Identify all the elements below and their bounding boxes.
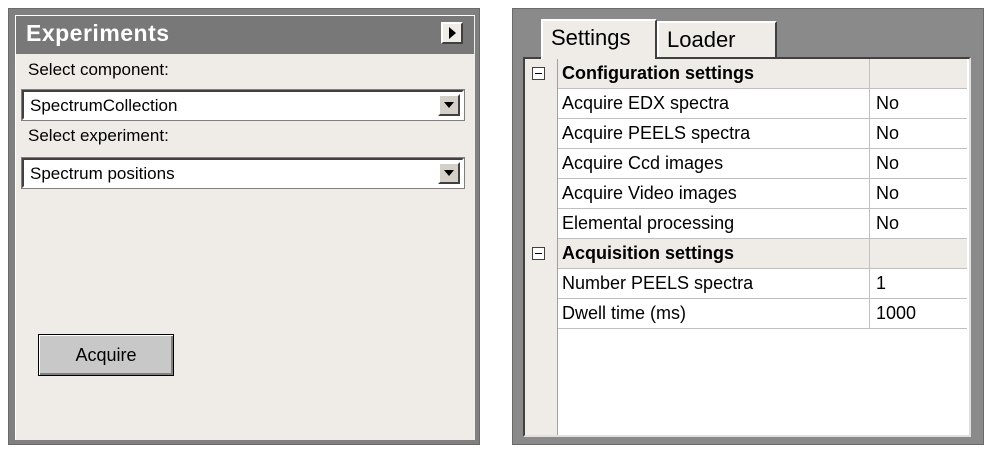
tab-loader[interactable]: Loader: [657, 21, 777, 57]
table-row[interactable]: Acquire Video images No: [525, 179, 969, 209]
select-experiment-label: Select experiment:: [28, 126, 169, 145]
category-value: [870, 239, 967, 269]
table-row[interactable]: Number PEELS spectra 1: [525, 269, 969, 299]
properties-panel: Settings Loader Configuration settings A…: [512, 8, 984, 445]
property-grid: Configuration settings Acquire EDX spect…: [523, 57, 971, 437]
property-value[interactable]: No: [870, 149, 967, 179]
collapse-icon[interactable]: [532, 247, 545, 260]
collapse-button[interactable]: [441, 22, 463, 44]
select-component-label: Select component:: [28, 60, 169, 79]
experiment-dropdown-value: Spectrum positions: [30, 164, 175, 183]
acquire-button[interactable]: Acquire: [38, 334, 174, 376]
component-dropdown-arrow[interactable]: [438, 94, 460, 116]
property-name: Elemental processing: [558, 209, 870, 239]
component-dropdown[interactable]: SpectrumCollection: [21, 89, 465, 121]
experiment-dropdown-arrow[interactable]: [438, 162, 460, 184]
table-row[interactable]: Acquire Ccd images No: [525, 149, 969, 179]
property-value[interactable]: No: [870, 209, 967, 239]
category-name: Acquisition settings: [558, 239, 870, 269]
experiments-body: Experiments Select component: SpectrumCo…: [15, 15, 475, 440]
arrow-right-icon: [449, 27, 456, 39]
tab-settings-label: Settings: [551, 25, 631, 50]
category-name: Configuration settings: [558, 59, 870, 89]
property-name: Number PEELS spectra: [558, 269, 870, 299]
tab-settings[interactable]: Settings: [541, 19, 657, 59]
chevron-down-icon: [444, 102, 454, 108]
table-row[interactable]: Acquire EDX spectra No: [525, 89, 969, 119]
tab-loader-label: Loader: [667, 27, 736, 52]
property-name: Acquire Video images: [558, 179, 870, 209]
table-row[interactable]: Acquire PEELS spectra No: [525, 119, 969, 149]
property-name: Acquire PEELS spectra: [558, 119, 870, 149]
category-row-acquisition: Acquisition settings: [525, 239, 969, 269]
property-name: Dwell time (ms): [558, 299, 870, 329]
property-name: Acquire Ccd images: [558, 149, 870, 179]
experiments-panel: Experiments Select component: SpectrumCo…: [8, 8, 480, 445]
experiments-header: Experiments: [16, 16, 474, 54]
property-name: Acquire EDX spectra: [558, 89, 870, 119]
property-value[interactable]: No: [870, 119, 967, 149]
component-dropdown-value: SpectrumCollection: [30, 96, 178, 115]
collapse-icon[interactable]: [532, 67, 545, 80]
property-value[interactable]: No: [870, 89, 967, 119]
experiment-dropdown[interactable]: Spectrum positions: [21, 157, 465, 189]
property-value[interactable]: 1: [870, 269, 967, 299]
chevron-down-icon: [444, 170, 454, 176]
category-value: [870, 59, 967, 89]
category-row-configuration: Configuration settings: [525, 59, 969, 89]
property-value[interactable]: 1000: [870, 299, 967, 329]
table-row[interactable]: Dwell time (ms) 1000: [525, 299, 969, 329]
experiments-title: Experiments: [26, 20, 170, 46]
property-value[interactable]: No: [870, 179, 967, 209]
table-row[interactable]: Elemental processing No: [525, 209, 969, 239]
